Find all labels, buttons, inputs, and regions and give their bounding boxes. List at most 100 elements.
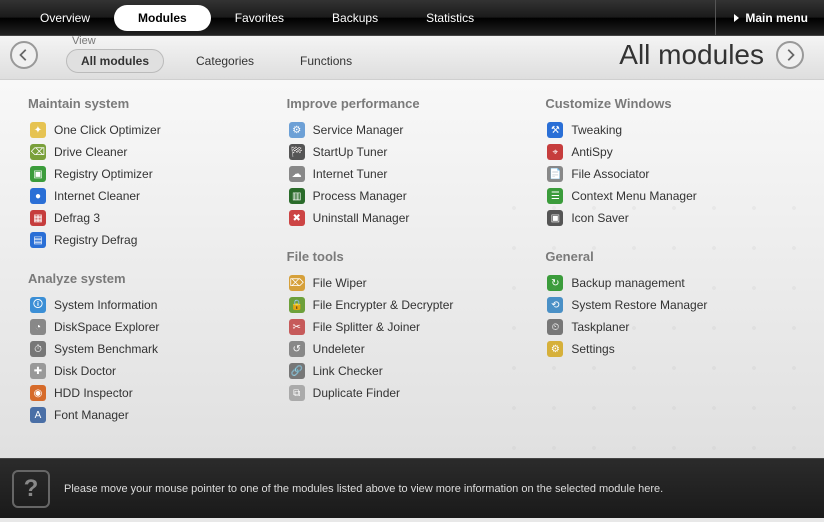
view-tab-all-modules[interactable]: All modules	[66, 49, 164, 73]
module-item[interactable]: 📄File Associator	[545, 163, 804, 185]
module-label: Registry Defrag	[54, 233, 137, 247]
section-title-customize: Customize Windows	[545, 96, 804, 111]
column-1: Maintain system ✦One Click Optimizer⌫Dri…	[28, 96, 287, 448]
module-icon: ↻	[547, 275, 563, 291]
module-item[interactable]: ⟲System Restore Manager	[545, 294, 804, 316]
module-label: File Splitter & Joiner	[313, 320, 420, 334]
module-label: Internet Cleaner	[54, 189, 140, 203]
module-icon: ⌦	[289, 275, 305, 291]
module-item[interactable]: ▣Icon Saver	[545, 207, 804, 229]
module-item[interactable]: ✂File Splitter & Joiner	[287, 316, 546, 338]
module-item[interactable]: AFont Manager	[28, 404, 287, 426]
tab-modules[interactable]: Modules	[114, 5, 211, 31]
module-item[interactable]: ▥ Process Manager	[287, 185, 546, 207]
subbar: View All modules Categories Functions Al…	[0, 36, 824, 80]
module-icon: 🛈	[30, 297, 46, 313]
module-label: Tweaking	[571, 123, 622, 137]
module-label: Uninstall Manager	[313, 211, 410, 225]
module-item[interactable]: ⌖ AntiSpy	[545, 141, 804, 163]
module-label: One Click Optimizer	[54, 123, 161, 137]
module-label: Registry Optimizer	[54, 167, 153, 181]
back-button[interactable]	[10, 41, 38, 69]
module-item[interactable]: 🔒File Encrypter & Decrypter	[287, 294, 546, 316]
module-item[interactable]: ◔DiskSpace Explorer	[28, 316, 287, 338]
module-item[interactable]: ⌫Drive Cleaner	[28, 141, 287, 163]
module-icon: ▦	[30, 210, 46, 226]
module-label: StartUp Tuner	[313, 145, 388, 159]
module-item[interactable]: ⧉Duplicate Finder	[287, 382, 546, 404]
module-item[interactable]: ▣Registry Optimizer	[28, 163, 287, 185]
triangle-right-icon	[734, 14, 739, 22]
module-item[interactable]: ⏲Taskplaner	[545, 316, 804, 338]
module-item[interactable]: ⏱ System Benchmark	[28, 338, 287, 360]
footer-text: Please move your mouse pointer to one of…	[64, 483, 663, 495]
list-general: ↻Backup management⟲System Restore Manage…	[545, 272, 804, 360]
module-item[interactable]: ◉ HDD Inspector	[28, 382, 287, 404]
module-item[interactable]: ✖Uninstall Manager	[287, 207, 546, 229]
tab-statistics[interactable]: Statistics	[402, 5, 498, 31]
module-icon: 🏁	[289, 144, 305, 160]
module-label: Taskplaner	[571, 320, 629, 334]
tab-favorites[interactable]: Favorites	[211, 5, 308, 31]
module-label: File Wiper	[313, 276, 367, 290]
module-icon: ▥	[289, 188, 305, 204]
module-item[interactable]: 🏁 StartUp Tuner	[287, 141, 546, 163]
module-icon: ⌫	[30, 144, 46, 160]
module-label: Context Menu Manager	[571, 189, 696, 203]
module-label: AntiSpy	[571, 145, 612, 159]
module-item[interactable]: ⚙Settings	[545, 338, 804, 360]
module-label: System Benchmark	[54, 342, 158, 356]
view-tab-categories[interactable]: Categories	[182, 50, 268, 72]
module-icon: ◉	[30, 385, 46, 401]
module-label: Settings	[571, 342, 614, 356]
module-label: System Restore Manager	[571, 298, 707, 312]
section-title-general: General	[545, 249, 804, 264]
module-item[interactable]: 🔗 Link Checker	[287, 360, 546, 382]
module-item[interactable]: ☁Internet Tuner	[287, 163, 546, 185]
main-menu-button[interactable]: Main menu	[715, 0, 808, 35]
page-title: All modules	[619, 39, 764, 71]
module-label: Process Manager	[313, 189, 407, 203]
module-icon: ✚	[30, 363, 46, 379]
content-area: Maintain system ✦One Click Optimizer⌫Dri…	[0, 80, 824, 458]
section-analyze: Analyze system 🛈 System Information ◔DiskS…	[28, 271, 287, 426]
list-maintain: ✦One Click Optimizer⌫Drive Cleaner▣Regis…	[28, 119, 287, 251]
module-label: HDD Inspector	[54, 386, 133, 400]
main-menu-label: Main menu	[745, 11, 808, 25]
module-icon: ⏱	[30, 341, 46, 357]
module-item[interactable]: ⌦ File Wiper	[287, 272, 546, 294]
module-item[interactable]: ▤Registry Defrag	[28, 229, 287, 251]
view-tab-functions[interactable]: Functions	[286, 50, 366, 72]
module-label: Duplicate Finder	[313, 386, 400, 400]
module-item[interactable]: 🛈 System Information	[28, 294, 287, 316]
help-icon: ?	[12, 470, 50, 508]
tab-backups[interactable]: Backups	[308, 5, 402, 31]
module-item[interactable]: ⚙Service Manager	[287, 119, 546, 141]
arrow-right-icon	[783, 48, 797, 62]
section-maintain: Maintain system ✦One Click Optimizer⌫Dri…	[28, 96, 287, 251]
module-item[interactable]: ✦One Click Optimizer	[28, 119, 287, 141]
module-label: System Information	[54, 298, 157, 312]
column-2: Improve performance ⚙Service Manager🏁Sta…	[287, 96, 546, 448]
module-icon: 🔒	[289, 297, 305, 313]
module-label: Disk Doctor	[54, 364, 116, 378]
view-tabs: All modules Categories Functions	[66, 49, 366, 73]
module-label: DiskSpace Explorer	[54, 320, 159, 334]
module-label: Defrag 3	[54, 211, 100, 225]
module-item[interactable]: ▦ Defrag 3	[28, 207, 287, 229]
module-item[interactable]: ☰Context Menu Manager	[545, 185, 804, 207]
column-3: Customize Windows ⚒Tweaking ⌖ AntiSpy 📄File…	[545, 96, 804, 448]
tab-overview[interactable]: Overview	[16, 5, 114, 31]
module-item[interactable]: ●Internet Cleaner	[28, 185, 287, 207]
forward-button[interactable]	[776, 41, 804, 69]
module-label: Link Checker	[313, 364, 383, 378]
section-title-analyze: Analyze system	[28, 271, 287, 286]
module-item[interactable]: ↺Undeleter	[287, 338, 546, 360]
module-label: Internet Tuner	[313, 167, 388, 181]
module-item[interactable]: ✚ Disk Doctor	[28, 360, 287, 382]
module-label: Service Manager	[313, 123, 404, 137]
module-icon: 🔗	[289, 363, 305, 379]
module-icon: ⌖	[547, 144, 563, 160]
module-item[interactable]: ↻Backup management	[545, 272, 804, 294]
module-item[interactable]: ⚒Tweaking	[545, 119, 804, 141]
